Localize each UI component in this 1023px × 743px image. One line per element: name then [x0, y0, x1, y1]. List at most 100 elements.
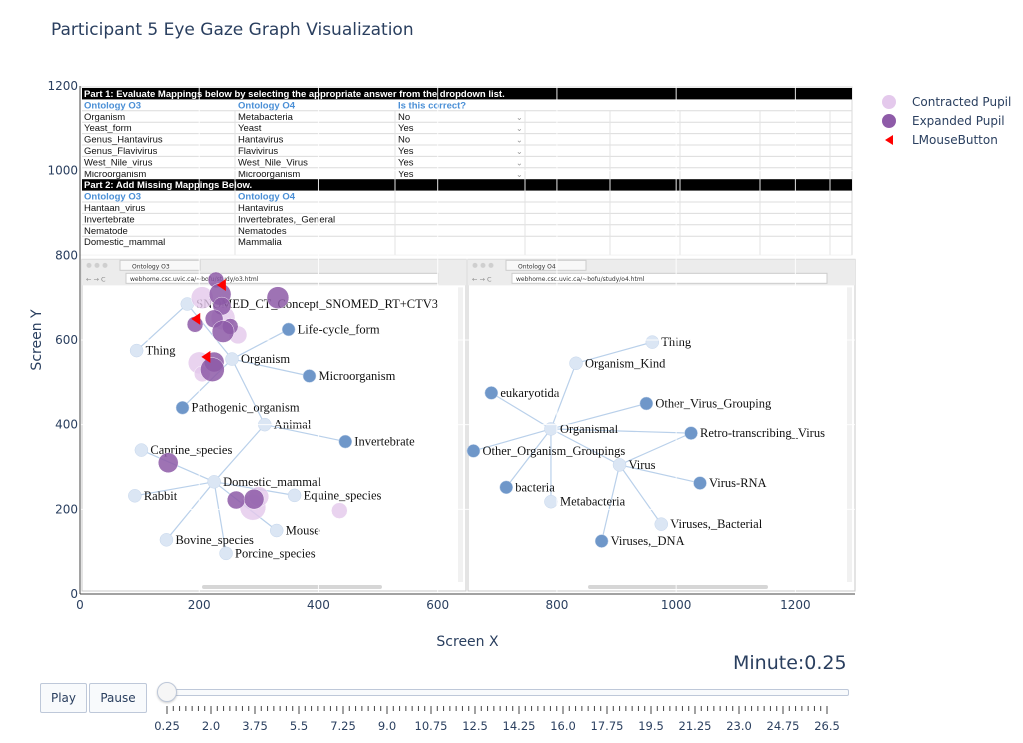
graph-node: [612, 458, 627, 472]
graph-node: [569, 356, 583, 371]
slider-handle[interactable]: [157, 682, 177, 702]
slider-tick-label[interactable]: 9.0: [378, 719, 396, 733]
graph-node-label: Life-cycle_form: [298, 322, 380, 336]
slider-tick-label[interactable]: 0.25: [154, 719, 180, 733]
graph-node: [159, 533, 174, 547]
slider-tick-label[interactable]: 19.5: [638, 719, 664, 733]
graph-node: [484, 386, 499, 400]
graph-node: [466, 444, 481, 458]
slider-tick-label[interactable]: 16.0: [550, 719, 576, 733]
graph-node: [287, 488, 302, 503]
y-tick-label: 200: [55, 502, 78, 516]
right-browser-tab-label: Ontology O4: [518, 263, 556, 270]
y-tick-label: 800: [55, 248, 78, 262]
graph-node: [499, 480, 513, 495]
graph-node-label: Invertebrate: [354, 435, 415, 449]
triangle-left-icon: [885, 134, 893, 145]
slider-tick-label[interactable]: 17.75: [591, 719, 624, 733]
table-cell: Metabacteria: [238, 112, 294, 123]
table-cell: No: [398, 112, 410, 123]
slider-track[interactable]: [166, 689, 849, 696]
graph-node: [175, 400, 190, 415]
table-cell: Genus_Flavivirus: [84, 146, 158, 157]
x-tick-label: 400: [307, 598, 330, 612]
expanded-pupil-point: [226, 490, 246, 510]
y-tick-label: 0: [70, 587, 78, 601]
legend-item-mouse[interactable]: LMouseButton: [882, 130, 1011, 149]
graph-node: [639, 396, 654, 411]
table-cell: Yes: [398, 157, 414, 168]
slider-tick-label[interactable]: 12.5: [462, 719, 488, 733]
horizontal-scrollbar: [588, 585, 768, 589]
legend-item-expanded[interactable]: Expanded Pupil: [882, 111, 1011, 130]
table-column-header: Ontology O4: [238, 192, 296, 203]
table-cell: Yeast: [238, 123, 262, 134]
expanded-pupil-point: [211, 320, 235, 343]
slider-tick-label[interactable]: 21.25: [679, 719, 712, 733]
graph-node-label: Rabbit: [144, 489, 178, 503]
expanded-pupil-point: [157, 452, 179, 474]
table-cell: Flavivirus: [238, 146, 278, 157]
x-tick-label: 1200: [780, 598, 811, 612]
dropdown-icon: ⌄: [516, 158, 523, 167]
table-column-header: Is this correct?: [398, 100, 466, 111]
chart-canvas[interactable]: Part 1: Evaluate Mappings below by selec…: [0, 0, 1023, 743]
y-tick-label: 600: [55, 333, 78, 347]
dropdown-icon: ⌄: [516, 147, 523, 156]
nav-buttons-icon: ← → C: [86, 275, 106, 283]
graph-node-label: Thing: [146, 344, 177, 358]
left-browser-tab-label: Ontology O3: [132, 263, 170, 270]
scrollbar: [458, 287, 463, 582]
graph-node: [302, 369, 317, 383]
window-control-icon: [102, 262, 108, 268]
graph-node: [269, 523, 284, 538]
slider-tick-label[interactable]: 3.75: [242, 719, 268, 733]
graph-node-label: Equine_species: [304, 488, 382, 502]
graph-node-label: Other_Virus_Grouping: [655, 397, 772, 411]
contracted-pupil-point: [331, 502, 348, 519]
dropdown-icon: ⌄: [516, 113, 523, 122]
dropdown-icon: ⌄: [516, 136, 523, 145]
graph-node: [645, 335, 660, 349]
table-cell: Invertebrates,_General: [238, 214, 335, 225]
graph-node-label: Organism: [241, 352, 290, 366]
scrollbar: [847, 287, 852, 582]
slider-tick-label[interactable]: 5.5: [290, 719, 308, 733]
table-cell: No: [398, 135, 410, 146]
y-tick-label: 400: [55, 418, 78, 432]
table-cell: Mammalia: [238, 237, 283, 248]
window-control-icon: [86, 262, 92, 268]
legend-label-mouse: LMouseButton: [912, 132, 998, 147]
graph-node: [219, 546, 233, 561]
slider-tick-label[interactable]: 26.5: [814, 719, 840, 733]
nav-buttons-icon: ← → C: [472, 275, 492, 283]
expanded-pupil-swatch: [882, 113, 896, 128]
right-browser-url: webhome.csc.uvic.ca/~bofu/study/o4.html: [516, 276, 645, 283]
graph-node: [225, 352, 239, 366]
y-axis-title: Screen Y: [29, 309, 45, 371]
slider-tick-label[interactable]: 23.0: [726, 719, 752, 733]
graph-node-label: Retro-transcribing_Virus: [700, 426, 825, 440]
legend-item-contracted[interactable]: Contracted Pupil: [882, 92, 1011, 111]
graph-node: [134, 443, 149, 457]
table-cell: Nematode: [84, 226, 128, 237]
slider-tick-label[interactable]: 14.25: [503, 719, 536, 733]
table-cell: West_Nile_Virus: [238, 157, 308, 168]
graph-node: [654, 517, 668, 531]
legend: Contracted Pupil Expanded Pupil LMouseBu…: [882, 92, 1011, 149]
left-browser-url: webhome.csc.uvic.ca/~bofu/study/o3.html: [130, 276, 259, 283]
table-cell: Hantavirus: [238, 203, 284, 214]
contracted-pupil-swatch: [882, 94, 896, 109]
slider-tick-label[interactable]: 24.75: [767, 719, 800, 733]
slider-tick-label[interactable]: 7.25: [330, 719, 356, 733]
x-axis-title: Screen X: [436, 634, 499, 650]
dropdown-icon: ⌄: [516, 124, 523, 133]
table-column-header: Ontology O3: [84, 100, 141, 111]
table-cell: Yeast_form: [84, 123, 132, 134]
graph-node: [281, 322, 296, 337]
slider-tick-label[interactable]: 2.0: [202, 719, 220, 733]
slider-tick-label[interactable]: 10.75: [415, 719, 448, 733]
table-cell: Hantavirus: [238, 135, 284, 146]
window-control-icon: [488, 262, 494, 268]
graph-node-label: Viruses,_Bacterial: [670, 517, 762, 531]
